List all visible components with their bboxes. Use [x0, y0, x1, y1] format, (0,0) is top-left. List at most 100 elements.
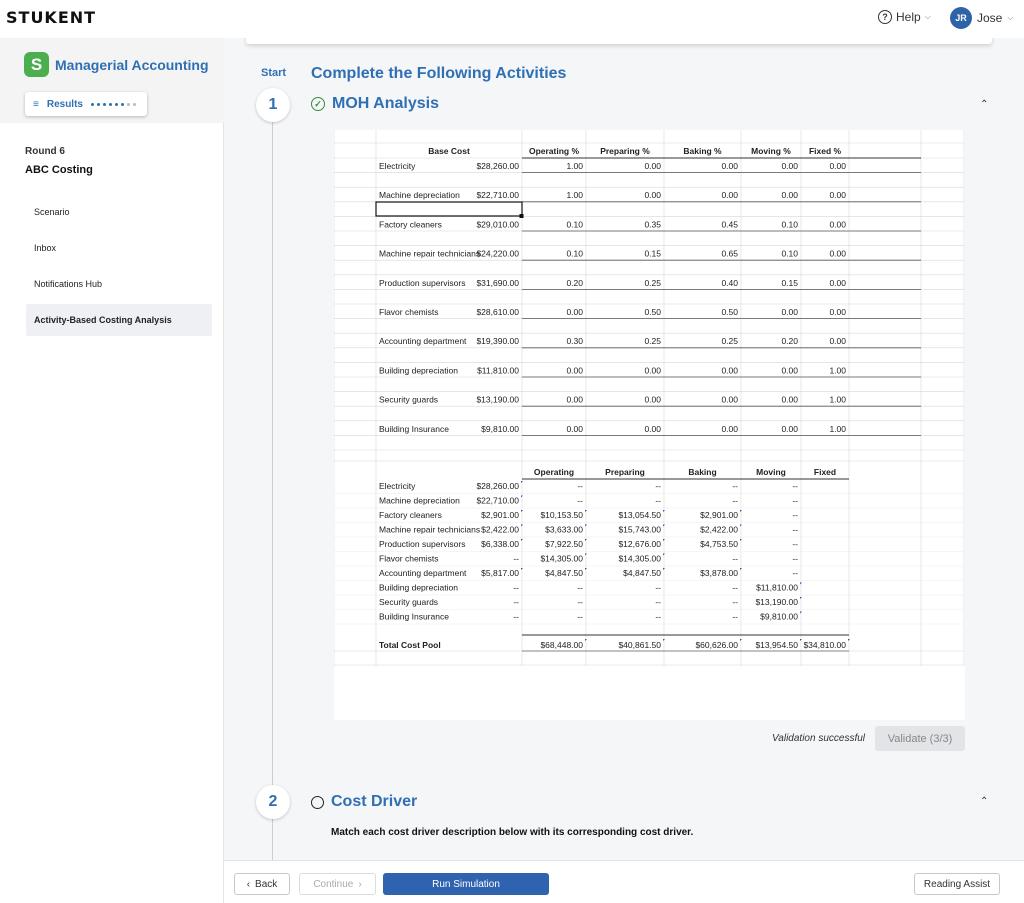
cell-value: $29,010.00	[476, 219, 519, 229]
cell-value: 0.00	[829, 307, 846, 317]
cell-value: $4,847.50	[545, 568, 583, 578]
cell-value: 0.00	[566, 307, 583, 317]
top-bar: STUKENT ? Help ⌵ JR Jose ⌵	[0, 0, 1024, 38]
help-label: Help	[896, 10, 921, 24]
sidebar-item-notifications-hub[interactable]: Notifications Hub	[26, 268, 212, 300]
total-value: $68,448.00	[540, 640, 583, 650]
cell-value: --	[655, 481, 661, 491]
chevron-right-icon: ›	[358, 878, 362, 890]
cell-value: 0.00	[829, 249, 846, 259]
cell-value: $9,810.00	[760, 612, 798, 622]
cell-value: --	[577, 597, 583, 607]
sidebar-item-scenario[interactable]: Scenario	[26, 196, 212, 228]
cell-value: --	[732, 496, 738, 506]
moh-spreadsheet[interactable]: Base Cost Operating % Preparing % Baking % M…	[334, 130, 965, 720]
cell-value: $28,260.00	[476, 481, 519, 491]
cell-value: 0.25	[721, 336, 738, 346]
cell-value: 0.00	[781, 424, 798, 434]
column-header: Baking	[688, 467, 716, 477]
cell-value: $13,054.50	[618, 510, 661, 520]
column-header: Fixed %	[809, 146, 842, 156]
continue-label: Continue	[313, 878, 354, 890]
check-circle-icon: ✓	[311, 97, 325, 111]
cell-value: 0.40	[721, 278, 738, 288]
spreadsheet-grid[interactable]: Base Cost Operating % Preparing % Baking % M…	[334, 130, 965, 720]
chevron-down-icon: ⌵	[924, 12, 931, 21]
course-header: S Managerial Accounting	[24, 52, 209, 77]
row-label: Machine depreciation	[379, 190, 460, 200]
cell-value: 0.50	[644, 307, 661, 317]
cell-value: 0.20	[781, 336, 798, 346]
cell-value: 1.00	[566, 161, 583, 171]
row-label: Building Insurance	[379, 612, 449, 622]
cell-value: 0.00	[829, 161, 846, 171]
cell-value: --	[732, 583, 738, 593]
cell-value: $3,633.00	[545, 525, 583, 535]
previous-card	[246, 38, 992, 44]
collapse-step-1-icon[interactable]: ⌃	[980, 99, 988, 110]
cell-value: 0.00	[721, 395, 738, 405]
results-button[interactable]: ≡ Results	[25, 92, 147, 116]
reading-assist-button[interactable]: Reading Assist	[914, 873, 1000, 895]
empty-circle-icon	[311, 795, 324, 809]
stukent-logo[interactable]: STUKENT	[6, 8, 96, 27]
help-menu[interactable]: ? Help ⌵	[878, 10, 931, 24]
results-label: Results	[46, 98, 83, 110]
question-icon: ?	[878, 10, 892, 24]
collapse-step-2-icon[interactable]: ⌃	[980, 796, 988, 807]
row-label: Production supervisors	[379, 539, 465, 549]
step-1-title[interactable]: ✓ MOH Analysis	[311, 95, 439, 113]
cell-value: 0.25	[644, 278, 661, 288]
cell-value: --	[732, 597, 738, 607]
total-value: $34,810.00	[803, 640, 846, 650]
cell-value: $4,753.50	[700, 539, 738, 549]
cell-value: 0.10	[781, 219, 798, 229]
cell-value: --	[732, 481, 738, 491]
back-button[interactable]: ‹ Back	[234, 873, 290, 895]
column-header: Operating %	[529, 146, 580, 156]
step-2-number: 2	[256, 785, 290, 819]
run-simulation-button[interactable]: Run Simulation	[383, 873, 549, 895]
cell-value: 1.00	[829, 395, 846, 405]
fill-handle	[519, 214, 524, 218]
row-label: Production supervisors	[379, 278, 465, 288]
row-label: Flavor chemists	[379, 554, 439, 564]
main-content: Start Complete the Following Activities …	[224, 38, 1024, 860]
cell-value: 0.20	[566, 278, 583, 288]
round-label: Round 6	[25, 146, 65, 157]
selected-cell	[375, 201, 523, 217]
sidebar: S Managerial Accounting ≡ Results Round …	[0, 38, 224, 903]
cell-value: --	[577, 496, 583, 506]
cell-value: --	[513, 612, 519, 622]
sidebar-item-inbox[interactable]: Inbox	[26, 232, 212, 264]
validate-button[interactable]: Validate (3/3)	[875, 726, 965, 751]
user-menu[interactable]: JR Jose ⌵	[950, 7, 1013, 29]
avatar: JR	[950, 7, 972, 29]
cell-value: 0.00	[566, 365, 583, 375]
sidebar-item-activity-based-costing-analysis[interactable]: Activity-Based Costing Analysis	[26, 304, 212, 336]
validation-message: Validation successful	[772, 733, 866, 744]
chevron-left-icon: ‹	[246, 878, 251, 890]
total-label: Total Cost Pool	[379, 640, 441, 650]
cell-value: 0.00	[781, 190, 798, 200]
cell-value: --	[732, 554, 738, 564]
cell-value: 0.00	[644, 424, 661, 434]
cell-value: 0.00	[781, 161, 798, 171]
continue-button[interactable]: Continue ›	[299, 873, 376, 895]
cell-value: --	[513, 583, 519, 593]
row-label: Electricity	[379, 161, 416, 171]
cell-value: 0.00	[829, 219, 846, 229]
start-label: Start	[261, 67, 287, 79]
cell-value: $14,305.00	[540, 554, 583, 564]
row-label: Factory cleaners	[379, 510, 442, 520]
cell-value: $2,422.00	[700, 525, 738, 535]
cell-value: 0.00	[781, 365, 798, 375]
cell-value: $4,847.50	[623, 568, 661, 578]
row-label: Security guards	[379, 597, 438, 607]
cell-value: --	[792, 496, 798, 506]
cell-value: --	[792, 481, 798, 491]
cell-value: 0.00	[781, 395, 798, 405]
cell-value: 1.00	[829, 424, 846, 434]
cell-value: --	[513, 597, 519, 607]
step-2-title[interactable]: Cost Driver	[311, 793, 417, 811]
